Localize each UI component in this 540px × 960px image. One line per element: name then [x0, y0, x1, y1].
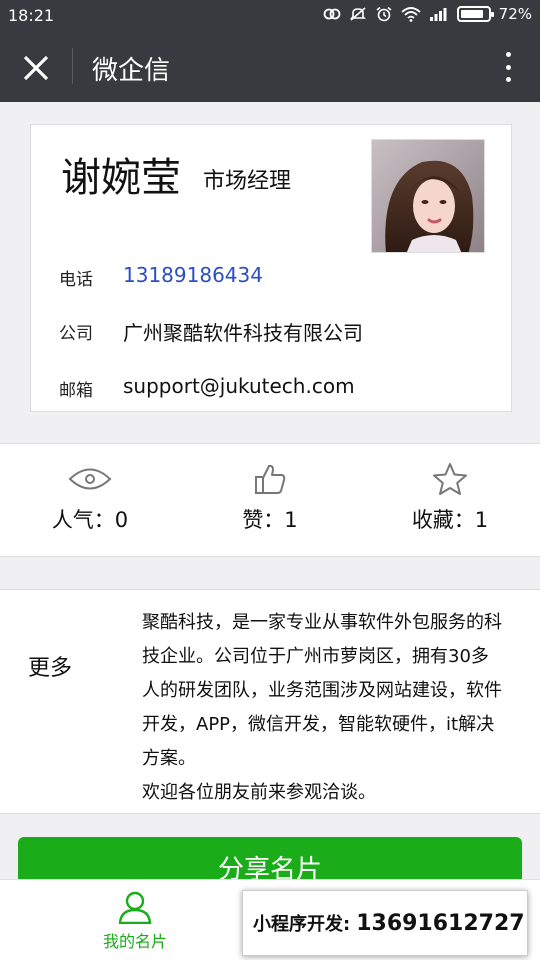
- promo-phone: 13691612727: [356, 910, 525, 936]
- company-label: 公司: [59, 324, 93, 344]
- avatar[interactable]: [371, 139, 485, 253]
- description-line: 技企业。公司位于广州市萝岗区，拥有30多: [142, 646, 489, 667]
- signal-icon: [429, 8, 447, 21]
- nav-title: 微企信: [92, 56, 171, 86]
- business-card: 谢婉莹 市场经理 电话 13189186434 公司 广州聚酷软件科技有限公司 …: [30, 124, 512, 412]
- stat-favorites[interactable]: 收藏：1: [360, 462, 540, 534]
- contact-name: 谢婉莹: [61, 155, 181, 201]
- stat-popularity: 人气：0: [0, 462, 180, 534]
- likes-count: 赞：1: [242, 508, 298, 532]
- tab-my-card-label: 我的名片: [102, 932, 167, 951]
- thumbs-up-icon: [255, 464, 286, 494]
- company-description: 聚酷科技，是一家专业从事软件外包服务的科 技企业。公司位于广州市萝岗区，拥有30…: [142, 606, 534, 810]
- person-icon: [118, 891, 152, 924]
- stats-bar: 人气：0 赞：1 收藏：1: [0, 443, 540, 557]
- phone-link[interactable]: 13189186434: [123, 263, 263, 287]
- star-icon: [433, 463, 467, 495]
- more-section: 更多 聚酷科技，是一家专业从事软件外包服务的科 技企业。公司位于广州市萝岗区，拥…: [0, 589, 540, 814]
- description-line: 人的研发团队，业务范围涉及网站建设，软件: [142, 680, 502, 701]
- phone-label: 电话: [59, 270, 93, 290]
- more-options-icon[interactable]: [504, 52, 512, 82]
- popularity-count: 人气：0: [51, 508, 129, 532]
- nav-divider: [72, 48, 73, 84]
- description-line: 开发，APP，微信开发，智能软硬件，it解决: [142, 714, 495, 735]
- email-label: 邮箱: [59, 381, 93, 401]
- alarm-icon: [376, 6, 392, 22]
- description-line: 聚酷科技，是一家专业从事软件外包服务的科: [142, 612, 502, 633]
- battery-icon: [456, 6, 494, 22]
- favorites-count: 收藏：1: [411, 508, 489, 532]
- nav-bar: 微企信: [0, 32, 540, 102]
- company-value: 广州聚酷软件科技有限公司: [123, 321, 363, 345]
- link-icon: [323, 8, 341, 20]
- description-line: 欢迎各位朋友前来参观洽谈。: [142, 782, 376, 803]
- status-time: 18:21: [8, 6, 55, 25]
- promo-label: 小程序开发:: [253, 914, 351, 935]
- description-line: 方案。: [142, 748, 196, 769]
- stat-likes[interactable]: 赞：1: [180, 462, 360, 534]
- status-bar: 18:21 72%: [0, 0, 540, 32]
- contact-title: 市场经理: [203, 169, 292, 194]
- status-icons: 72%: [323, 5, 532, 23]
- close-icon[interactable]: [20, 52, 52, 84]
- tab-my-card[interactable]: 我的名片: [80, 890, 190, 952]
- wifi-icon: [401, 7, 421, 22]
- email-value[interactable]: support@jukutech.com: [123, 374, 355, 398]
- promo-banner: 小程序开发: 13691612727: [242, 890, 528, 956]
- more-label: 更多: [28, 656, 73, 681]
- battery-level: 72%: [498, 5, 532, 23]
- mute-icon: [349, 7, 366, 21]
- eye-icon: [68, 468, 112, 490]
